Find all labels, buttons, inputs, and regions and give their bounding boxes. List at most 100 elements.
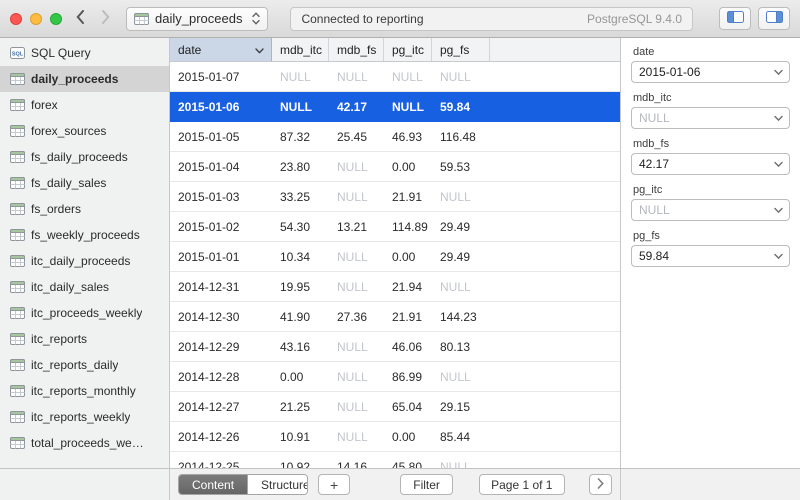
field-value-combo[interactable]: NULL — [631, 107, 790, 129]
sidebar-item-label: forex — [31, 98, 58, 112]
cell-pg_fs: 29.15 — [432, 400, 490, 414]
table-row[interactable]: 2014-12-3041.9027.3621.91144.23 — [170, 302, 620, 332]
sidebar-item-itc-daily-proceeds[interactable]: itc_daily_proceeds — [0, 248, 169, 274]
cell-mdb_itc: 43.16 — [272, 340, 329, 354]
cell-mdb_fs: NULL — [329, 370, 384, 384]
table-icon — [10, 359, 25, 371]
sidebar-item-fs-daily-proceeds[interactable]: fs_daily_proceeds — [0, 144, 169, 170]
page-indicator[interactable]: Page 1 of 1 — [479, 474, 565, 495]
sidebar-item-itc-reports-monthly[interactable]: itc_reports_monthly — [0, 378, 169, 404]
column-header-label: mdb_itc — [280, 43, 322, 57]
sql-icon: SQL — [10, 47, 25, 59]
cell-pg_fs: 80.13 — [432, 340, 490, 354]
filter-button[interactable]: Filter — [400, 474, 453, 495]
field-value-combo[interactable]: 42.17 — [631, 153, 790, 175]
sidebar-item-itc-daily-sales[interactable]: itc_daily_sales — [0, 274, 169, 300]
structure-tab[interactable]: Structure — [247, 475, 308, 494]
minimize-window-button[interactable] — [30, 13, 42, 25]
sidebar-item-label: itc_reports — [31, 332, 87, 346]
next-page-button[interactable] — [589, 474, 612, 495]
table-icon — [134, 13, 149, 25]
field-value-combo[interactable]: NULL — [631, 199, 790, 221]
sidebar-item-label: fs_daily_proceeds — [31, 150, 128, 164]
cell-date: 2014-12-26 — [170, 430, 272, 444]
column-header-mdb_itc[interactable]: mdb_itc — [272, 38, 329, 61]
cell-pg_itc: 114.89 — [384, 220, 432, 234]
sidebar-item-forex[interactable]: forex — [0, 92, 169, 118]
back-button[interactable] — [76, 10, 85, 27]
cell-pg_itc: 0.00 — [384, 430, 432, 444]
table-row[interactable]: 2015-01-0254.3013.21114.8929.49 — [170, 212, 620, 242]
sidebar-item-itc-reports-daily[interactable]: itc_reports_daily — [0, 352, 169, 378]
cell-pg_itc: 65.04 — [384, 400, 432, 414]
row-filler — [490, 362, 620, 391]
add-row-button[interactable]: + — [318, 474, 350, 495]
chevron-left-icon — [76, 10, 85, 27]
column-header-label: date — [178, 43, 201, 57]
sidebar-item-sql-query[interactable]: SQLSQL Query — [0, 40, 169, 66]
toggle-sidebar-button[interactable] — [719, 7, 751, 30]
table-row[interactable]: 2015-01-07NULLNULLNULLNULL — [170, 62, 620, 92]
table-row[interactable]: 2015-01-0333.25NULL21.91NULL — [170, 182, 620, 212]
chevron-down-icon — [774, 207, 783, 213]
table-row[interactable]: 2014-12-2721.25NULL65.0429.15 — [170, 392, 620, 422]
toggle-inspector-button[interactable] — [758, 7, 790, 30]
row-filler — [490, 182, 620, 211]
field-value-combo[interactable]: 59.84 — [631, 245, 790, 267]
cell-pg_itc: 21.91 — [384, 310, 432, 324]
row-filler — [490, 92, 620, 121]
cell-mdb_itc: 54.30 — [272, 220, 329, 234]
table-row[interactable]: 2014-12-2510.9214.1645.80NULL — [170, 452, 620, 468]
connection-status-text: Connected to reporting — [301, 12, 423, 26]
table-row[interactable]: 2014-12-2943.16NULL46.0680.13 — [170, 332, 620, 362]
chevron-right-icon — [597, 478, 604, 492]
row-filler — [490, 302, 620, 331]
close-window-button[interactable] — [10, 13, 22, 25]
sidebar-item-forex-sources[interactable]: forex_sources — [0, 118, 169, 144]
table-icon — [10, 177, 25, 189]
field-value-combo[interactable]: 2015-01-06 — [631, 61, 790, 83]
table-row[interactable]: 2014-12-280.00NULL86.99NULL — [170, 362, 620, 392]
sidebar-item-label: fs_weekly_proceeds — [31, 228, 140, 242]
column-header-mdb_fs[interactable]: mdb_fs — [329, 38, 384, 61]
grid-column-headers: date mdb_itc mdb_fspg_itcpg_fs — [170, 38, 620, 62]
sidebar-item-fs-weekly-proceeds[interactable]: fs_weekly_proceeds — [0, 222, 169, 248]
sidebar-item-label: daily_proceeds — [31, 72, 118, 86]
cell-mdb_fs: NULL — [329, 160, 384, 174]
sidebar-item-itc-reports[interactable]: itc_reports — [0, 326, 169, 352]
table-row[interactable]: 2014-12-2610.91NULL0.0085.44 — [170, 422, 620, 452]
sidebar-item-itc-reports-weekly[interactable]: itc_reports_weekly — [0, 404, 169, 430]
forward-button[interactable] — [101, 10, 110, 27]
field-value: NULL — [639, 111, 670, 125]
table-row[interactable]: 2014-12-3119.95NULL21.94NULL — [170, 272, 620, 302]
sidebar-item-fs-orders[interactable]: fs_orders — [0, 196, 169, 222]
cell-pg_fs: 85.44 — [432, 430, 490, 444]
sidebar-item-daily-proceeds[interactable]: daily_proceeds — [0, 66, 169, 92]
content-tab[interactable]: Content — [179, 475, 247, 494]
table-row[interactable]: 2015-01-0587.3225.4546.93116.48 — [170, 122, 620, 152]
column-header-pg_fs[interactable]: pg_fs — [432, 38, 490, 61]
sidebar-item-label: itc_reports_weekly — [31, 410, 130, 424]
inspector-field-pg_itc: pg_itcNULL — [631, 184, 790, 221]
cell-date: 2015-01-06 — [170, 100, 272, 114]
table-row[interactable]: 2015-01-0110.34NULL0.0029.49 — [170, 242, 620, 272]
table-icon — [10, 229, 25, 241]
cell-pg_fs: NULL — [432, 370, 490, 384]
column-header-pg_itc[interactable]: pg_itc — [384, 38, 432, 61]
sidebar-item-itc-proceeds-weekly[interactable]: itc_proceeds_weekly — [0, 300, 169, 326]
sidebar-item-label: itc_daily_sales — [31, 280, 109, 294]
table-list-sidebar: SQLSQL Query daily_proceedsforex forex_sou… — [0, 38, 170, 468]
sidebar-item-fs-daily-sales[interactable]: fs_daily_sales — [0, 170, 169, 196]
row-filler — [490, 392, 620, 421]
chevron-down-icon — [774, 161, 783, 167]
zoom-window-button[interactable] — [50, 13, 62, 25]
chevron-down-icon — [774, 115, 783, 121]
sidebar-item-label: total_proceeds_we… — [31, 436, 144, 450]
column-header-date[interactable]: date — [170, 38, 272, 61]
table-selector-dropdown[interactable]: daily_proceeds — [126, 7, 268, 31]
cell-mdb_itc: 10.34 — [272, 250, 329, 264]
table-row[interactable]: 2015-01-0423.80NULL0.0059.53 — [170, 152, 620, 182]
sidebar-item-total-proceeds-we[interactable]: total_proceeds_we… — [0, 430, 169, 456]
table-row[interactable]: 2015-01-06NULL42.17NULL59.84 — [170, 92, 620, 122]
sidebar-item-label: itc_daily_proceeds — [31, 254, 130, 268]
